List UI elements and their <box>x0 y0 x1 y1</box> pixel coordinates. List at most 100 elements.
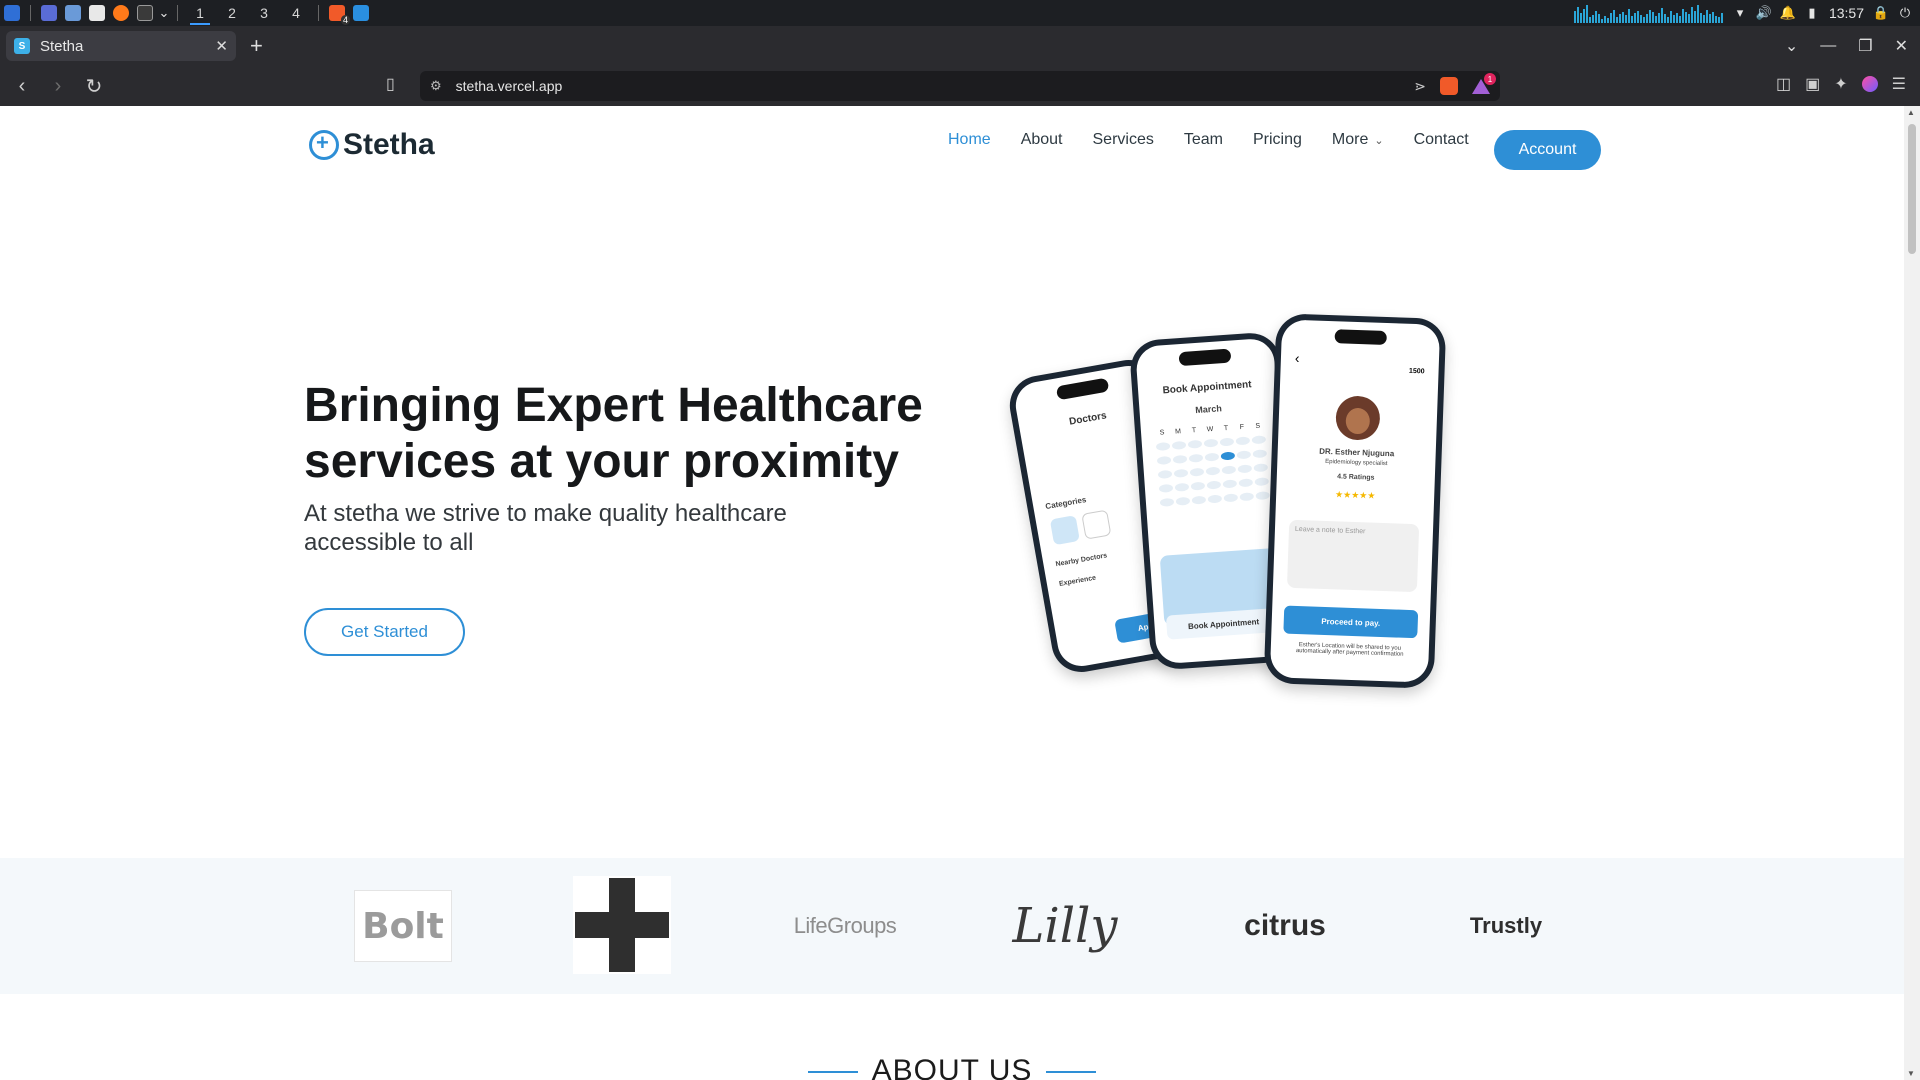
heading-divider <box>807 1071 858 1074</box>
audio-bar <box>1600 19 1603 23</box>
calendar-day-header: W <box>1206 425 1214 434</box>
logo-medical-cross <box>573 876 671 974</box>
audio-bar <box>1657 13 1660 23</box>
audio-bar <box>1618 14 1621 23</box>
calendar-day-cell <box>1188 453 1204 463</box>
nav-home[interactable]: Home <box>948 131 991 149</box>
close-window-icon[interactable]: ✕ <box>1895 36 1908 56</box>
nav-about[interactable]: About <box>1021 131 1063 149</box>
workspace-1[interactable]: 1 <box>184 0 216 26</box>
site-logo[interactable]: Stetha <box>309 128 435 162</box>
logo-lilly: Lilly <box>1012 898 1118 954</box>
price-label: 1500 <box>1408 367 1425 376</box>
bookmark-icon[interactable]: ▯ <box>386 74 395 94</box>
desktop-icon[interactable] <box>41 5 57 21</box>
power-icon[interactable]: ⏻ <box>1898 5 1912 20</box>
calendar-day-cell <box>1251 435 1267 445</box>
audio-bar <box>1612 10 1615 23</box>
close-tab-icon[interactable]: ✕ <box>215 37 228 55</box>
nav-pricing[interactable]: Pricing <box>1253 131 1302 149</box>
volume-icon[interactable]: 🔊 <box>1756 5 1772 20</box>
calendar-day-header: S <box>1255 422 1261 430</box>
battery-icon[interactable]: ▮ <box>1805 5 1819 20</box>
share-icon[interactable]: ⋗ <box>1414 78 1426 95</box>
tab-search-icon[interactable]: ⌄ <box>1785 36 1798 56</box>
audio-bar <box>1573 11 1576 23</box>
site-header: Stetha Home About Services Team Pricing … <box>0 106 1904 186</box>
audio-bar <box>1639 15 1642 23</box>
calendar-day-cell <box>1254 477 1270 487</box>
workspace-3[interactable]: 3 <box>248 0 280 26</box>
url-text[interactable]: stetha.vercel.app <box>456 78 1415 94</box>
audio-bar <box>1678 16 1681 23</box>
calendar-month: March <box>1195 403 1223 416</box>
chevron-down-icon: ⌄ <box>1374 134 1384 147</box>
workspace-4[interactable]: 4 <box>280 0 312 26</box>
clock[interactable]: 13:57 <box>1829 5 1864 21</box>
logo-bolt: Bolt <box>354 890 452 962</box>
firefox-icon[interactable] <box>113 5 129 21</box>
vscode-icon[interactable] <box>353 5 369 21</box>
wifi-icon[interactable]: ▾ <box>1733 5 1747 20</box>
leo-ai-icon[interactable]: ✦ <box>1834 74 1847 94</box>
terminal-icon[interactable] <box>137 5 153 21</box>
nav-more[interactable]: More ⌄ <box>1332 131 1384 149</box>
logo-lifegroups: LifeGroups <box>793 913 897 938</box>
bell-icon[interactable]: 🔔 <box>1780 5 1796 20</box>
audio-bar <box>1621 12 1624 23</box>
brave-taskbar-icon[interactable]: 4 <box>329 5 350 25</box>
workspace-2[interactable]: 2 <box>216 0 248 26</box>
forward-icon[interactable]: › <box>44 72 72 100</box>
maximize-icon[interactable]: ❐ <box>1858 36 1872 56</box>
calendar-day-cell <box>1222 479 1238 489</box>
about-heading-text: ABOUT US <box>871 1054 1033 1080</box>
calendar-day-cell <box>1219 437 1235 447</box>
audio-visualizer <box>1573 3 1723 23</box>
menu-icon[interactable]: ☰ <box>1892 74 1906 94</box>
reload-icon[interactable]: ↻ <box>80 72 108 100</box>
audio-bar <box>1720 13 1723 23</box>
audio-bar <box>1615 17 1618 23</box>
account-button[interactable]: Account <box>1494 130 1601 170</box>
sidebar-icon[interactable]: ◫ <box>1776 74 1791 94</box>
audio-bar <box>1591 15 1594 23</box>
new-tab-button[interactable]: + <box>250 33 263 59</box>
audio-bar <box>1642 17 1645 23</box>
audio-bar <box>1588 17 1591 23</box>
audio-bar <box>1648 10 1651 23</box>
audio-bar <box>1717 17 1720 23</box>
audio-bar <box>1708 14 1711 23</box>
address-bar[interactable]: ⚙ stetha.vercel.app ⋗ 1 <box>420 71 1500 101</box>
nav-team[interactable]: Team <box>1184 131 1223 149</box>
calendar-day-cell <box>1207 494 1223 504</box>
scroll-up-icon[interactable]: ▲ <box>1907 108 1915 117</box>
tab-stetha[interactable]: S Stetha ✕ <box>6 31 236 61</box>
calendar-day-cell <box>1191 495 1207 505</box>
file-manager-icon[interactable] <box>65 5 81 21</box>
calendar-day-cell <box>1238 478 1254 488</box>
calendar-day-header: M <box>1174 428 1182 436</box>
wallet-icon[interactable]: ▣ <box>1805 74 1820 94</box>
doctor-avatar <box>1335 395 1381 441</box>
calendar-day-cell <box>1156 455 1172 465</box>
app-launcher-icon[interactable] <box>4 5 20 21</box>
brave-shields-icon[interactable] <box>1440 77 1458 95</box>
hero-title: Bringing Expert Healthcare services at y… <box>304 379 923 488</box>
nav-contact[interactable]: Contact <box>1414 131 1469 149</box>
get-started-button[interactable]: Get Started <box>304 608 465 656</box>
book-appointment-title: Book Appointment <box>1162 379 1252 397</box>
profile-avatar[interactable] <box>1861 76 1878 92</box>
chevron-down-icon[interactable]: ⌄ <box>157 5 171 20</box>
scrollbar-thumb[interactable] <box>1908 124 1916 254</box>
audio-bar <box>1651 12 1654 23</box>
lock-icon[interactable]: 🔒 <box>1873 5 1889 20</box>
brave-rewards-icon[interactable]: 1 <box>1472 73 1496 95</box>
scroll-down-icon[interactable]: ▼ <box>1907 1069 1915 1078</box>
site-settings-icon[interactable]: ⚙ <box>430 78 442 94</box>
back-icon[interactable]: ‹ <box>8 72 36 100</box>
document-icon[interactable] <box>89 5 105 21</box>
nav-services[interactable]: Services <box>1093 131 1154 149</box>
page-scrollbar[interactable]: ▲ ▼ <box>1904 106 1920 1080</box>
minimize-icon[interactable]: — <box>1820 37 1836 55</box>
audio-bar <box>1675 13 1678 23</box>
